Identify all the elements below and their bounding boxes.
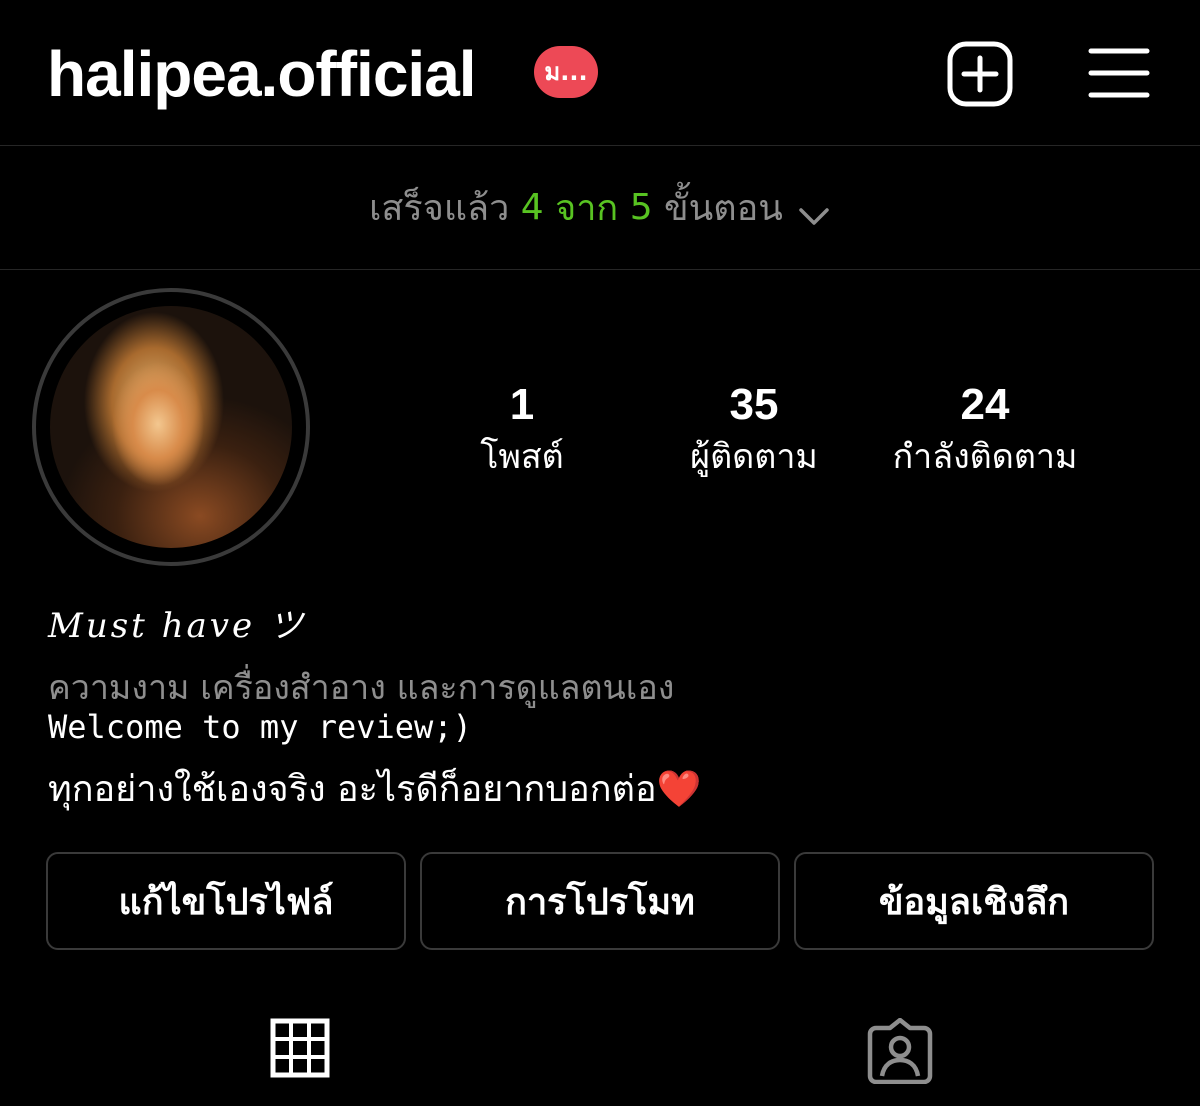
setup-progress[interactable]: เสร็จแล้ว 4 จาก 5 ขั้นตอน <box>0 146 1200 270</box>
notification-badge[interactable]: ม... <box>534 46 598 98</box>
menu-button[interactable] <box>1088 46 1150 100</box>
followers-count: 35 <box>729 380 779 429</box>
profile-avatar[interactable] <box>32 288 310 566</box>
bio-category: ความงาม เครื่องสำอาง และการดูแลตนเอง <box>48 668 675 708</box>
bio-description-text: ทุกอย่างใช้เองจริง อะไรดีก็อยากบอกต่อ <box>48 769 657 810</box>
following-count: 24 <box>960 380 1010 429</box>
posts-label: โพสต์ <box>480 437 564 477</box>
progress-completed: 4 <box>520 187 544 228</box>
tagged-person-icon <box>867 1017 933 1085</box>
following-stat[interactable]: 24 กำลังติดตาม <box>870 380 1100 480</box>
hamburger-menu-icon <box>1088 48 1150 98</box>
bio-line-welcome: Welcome to my review;) <box>48 708 472 746</box>
new-post-button[interactable] <box>946 40 1014 108</box>
promotions-button[interactable]: การโปรโมท <box>420 852 780 950</box>
tab-tagged[interactable] <box>866 1017 934 1088</box>
progress-total: 5 <box>629 187 653 228</box>
top-bar: halipea.official ม... <box>0 0 1200 146</box>
insights-button[interactable]: ข้อมูลเชิงลึก <box>794 852 1154 950</box>
progress-suffix: ขั้นตอน <box>664 188 783 229</box>
edit-profile-button[interactable]: แก้ไขโปรไฟล์ <box>46 852 406 950</box>
progress-of-word: จาก <box>555 188 619 229</box>
chevron-down-icon <box>797 196 831 225</box>
plus-square-icon <box>947 41 1013 107</box>
tab-posts-grid[interactable] <box>270 1018 330 1082</box>
bio-line-description: ทุกอย่างใช้เองจริง อะไรดีก็อยากบอกต่อ❤️ <box>48 760 1158 817</box>
avatar-photo <box>50 306 292 548</box>
heart-emoji: ❤️ <box>656 769 702 810</box>
followers-stat[interactable]: 35 ผู้ติดตาม <box>654 380 854 480</box>
posts-stat[interactable]: 1 โพสต์ <box>442 380 602 480</box>
following-label: กำลังติดตาม <box>892 437 1078 477</box>
posts-count: 1 <box>509 380 535 429</box>
grid-icon <box>270 1018 330 1078</box>
profile-username[interactable]: halipea.official <box>47 36 477 112</box>
progress-prefix: เสร็จแล้ว <box>369 188 510 229</box>
followers-label: ผู้ติดตาม <box>690 437 818 477</box>
bio-title: Must have ツ <box>48 606 306 646</box>
